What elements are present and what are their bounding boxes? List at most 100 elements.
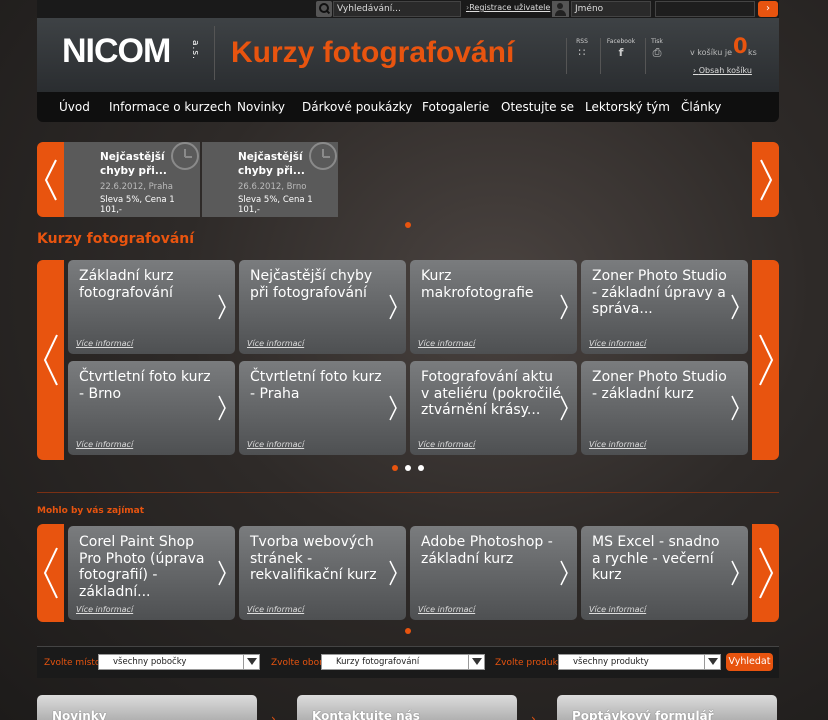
header-separator [566, 38, 567, 74]
more-info-link[interactable]: Více informací [418, 339, 475, 348]
carousel-dot[interactable] [405, 628, 411, 634]
event-price: Sleva 5%, Cena 1 101,- [100, 195, 175, 215]
courses-next-button[interactable] [752, 260, 779, 460]
contact-box[interactable]: Kontaktujte nás [297, 695, 517, 720]
field-select-value: Kurzy fotografování [336, 657, 420, 667]
chevron-right-icon [389, 395, 397, 421]
interest-next-button[interactable] [752, 524, 779, 622]
place-select[interactable]: všechny pobočky [98, 654, 260, 670]
search-button[interactable]: Vyhledat [726, 653, 773, 671]
search-input[interactable]: Vyhledávání... [333, 1, 461, 17]
more-info-link[interactable]: Více informací [418, 605, 475, 614]
carousel-dot[interactable] [405, 222, 411, 228]
course-card[interactable]: Čtvrtletní foto kurz - Brno Více informa… [68, 361, 235, 455]
nav-item-poukazky[interactable]: Dárkové poukázky [302, 100, 412, 114]
more-info-link[interactable]: Více informací [247, 339, 304, 348]
print-icon[interactable]: ⎙ [648, 46, 666, 60]
course-card[interactable]: Čtvrtletní foto kurz - Praha Více inform… [239, 361, 406, 455]
more-info-link[interactable]: Více informací [76, 339, 133, 348]
nav-item-uvod[interactable]: Úvod [59, 100, 90, 114]
nav-item-lektorsky-tym[interactable]: Lektorský tým [585, 100, 670, 114]
carousel-prev-button[interactable] [37, 142, 64, 217]
cart-link[interactable]: › Obsah košíku [693, 66, 752, 75]
more-info-link[interactable]: Více informací [589, 440, 646, 449]
course-title: Adobe Photoshop - základní kurz [421, 534, 553, 567]
register-link[interactable]: ›Registrace uživatele [466, 3, 550, 12]
more-info-link[interactable]: Více informací [247, 605, 304, 614]
cart-link-label: Obsah košíku [698, 66, 752, 75]
more-info-link[interactable]: Více informací [76, 440, 133, 449]
course-card[interactable]: MS Excel - snadno a rychle - večerní kur… [581, 526, 748, 620]
cart-unit: ks [748, 48, 757, 57]
event-date: 22.6.2012, Praha [100, 182, 173, 192]
carousel-dot[interactable] [418, 465, 424, 471]
product-select[interactable]: všechny produkty [558, 654, 721, 670]
event-price: Sleva 5%, Cena 1 101,- [238, 195, 313, 215]
nav-item-clanky[interactable]: Články [681, 100, 721, 114]
news-box[interactable]: Novinky [37, 695, 257, 720]
course-title: Zoner Photo Studio - základní kurz [592, 369, 727, 402]
chevron-right-icon [389, 294, 397, 320]
product-label: Zvolte produkt [495, 658, 562, 668]
field-select[interactable]: Kurzy fotografování [321, 654, 485, 670]
search-icon[interactable] [316, 1, 332, 17]
course-card[interactable]: Fotografování aktu v ateliéru (pokročilé… [410, 361, 577, 455]
more-info-link[interactable]: Více informací [247, 440, 304, 449]
news-box-title: Novinky [52, 709, 107, 720]
nav-item-informace[interactable]: Informace o kurzech [109, 100, 231, 114]
course-card[interactable]: Corel Paint Shop Pro Photo (úprava fotog… [68, 526, 235, 620]
course-card[interactable]: Kurz makrofotografie Více informací [410, 260, 577, 354]
carousel-next-button[interactable] [752, 142, 779, 217]
more-info-link[interactable]: Více informací [589, 339, 646, 348]
course-card[interactable]: Základní kurz fotografování Více informa… [68, 260, 235, 354]
nav-item-novinky[interactable]: Novinky [237, 100, 285, 114]
chevron-right-icon [759, 159, 772, 200]
nav-item-fotogalerie[interactable]: Fotogalerie [422, 100, 489, 114]
chevron-right-icon [758, 334, 773, 386]
register-link-label: Registrace uživatele [469, 3, 551, 12]
courses-prev-button[interactable] [37, 260, 64, 460]
login-button[interactable]: › [758, 1, 778, 17]
logo[interactable]: NICOM [62, 32, 171, 71]
password-field[interactable] [655, 1, 755, 17]
more-info-link[interactable]: Více informací [418, 440, 475, 449]
event-title: Nejčastější chyby při... [100, 151, 167, 177]
facebook-icon[interactable]: f [603, 46, 639, 59]
course-title: Kurz makrofotografie [421, 268, 534, 301]
carousel-dot[interactable] [405, 465, 411, 471]
course-card[interactable]: Zoner Photo Studio - základní úpravy a s… [581, 260, 748, 354]
product-select-value: všechny produkty [573, 657, 649, 667]
more-info-link[interactable]: Více informací [76, 605, 133, 614]
header-separator [214, 26, 215, 80]
course-card[interactable]: Adobe Photoshop - základní kurz Více inf… [410, 526, 577, 620]
dropdown-arrow-icon [704, 655, 720, 669]
section-title-interest: Mohlo by vás zajímat [37, 506, 145, 516]
more-info-link[interactable]: Více informací [589, 605, 646, 614]
chevron-right-icon [560, 395, 568, 421]
course-card[interactable]: Zoner Photo Studio - základní kurz Více … [581, 361, 748, 455]
event-item[interactable]: Nejčastější chyby při... 22.6.2012, Prah… [64, 142, 200, 217]
chevron-right-icon [218, 294, 226, 320]
place-select-value: všechny pobočky [113, 657, 187, 667]
carousel-dot[interactable] [392, 465, 398, 471]
course-title: Tvorba webových stránek - rekvalifikační… [250, 534, 377, 583]
course-title: Nejčastější chyby při fotografování [250, 268, 373, 301]
header-separator [600, 38, 601, 74]
event-item[interactable]: Nejčastější chyby při... 26.6.2012, Brno… [202, 142, 338, 217]
cart-count: 0 [733, 34, 748, 58]
section-title-courses: Kurzy fotografování [37, 231, 195, 247]
course-title: Fotografování aktu v ateliéru (pokročilé… [421, 369, 562, 418]
rss-icon[interactable]: ∷ [572, 46, 592, 59]
nav-item-otestujte[interactable]: Otestujte se [501, 100, 574, 114]
dropdown-arrow-icon [243, 655, 259, 669]
inquiry-box[interactable]: Poptávkový formulář [557, 695, 777, 720]
event-date: 26.6.2012, Brno [238, 182, 307, 192]
print-label: Tisk [651, 38, 663, 45]
chevron-right-icon [218, 395, 226, 421]
course-card[interactable]: Nejčastější chyby při fotografování Více… [239, 260, 406, 354]
interest-prev-button[interactable] [37, 524, 64, 622]
dropdown-arrow-icon [468, 655, 484, 669]
course-card[interactable]: Tvorba webových stránek - rekvalifikační… [239, 526, 406, 620]
field-label: Zvolte obor [271, 658, 323, 668]
username-field[interactable]: Jméno [571, 1, 651, 17]
